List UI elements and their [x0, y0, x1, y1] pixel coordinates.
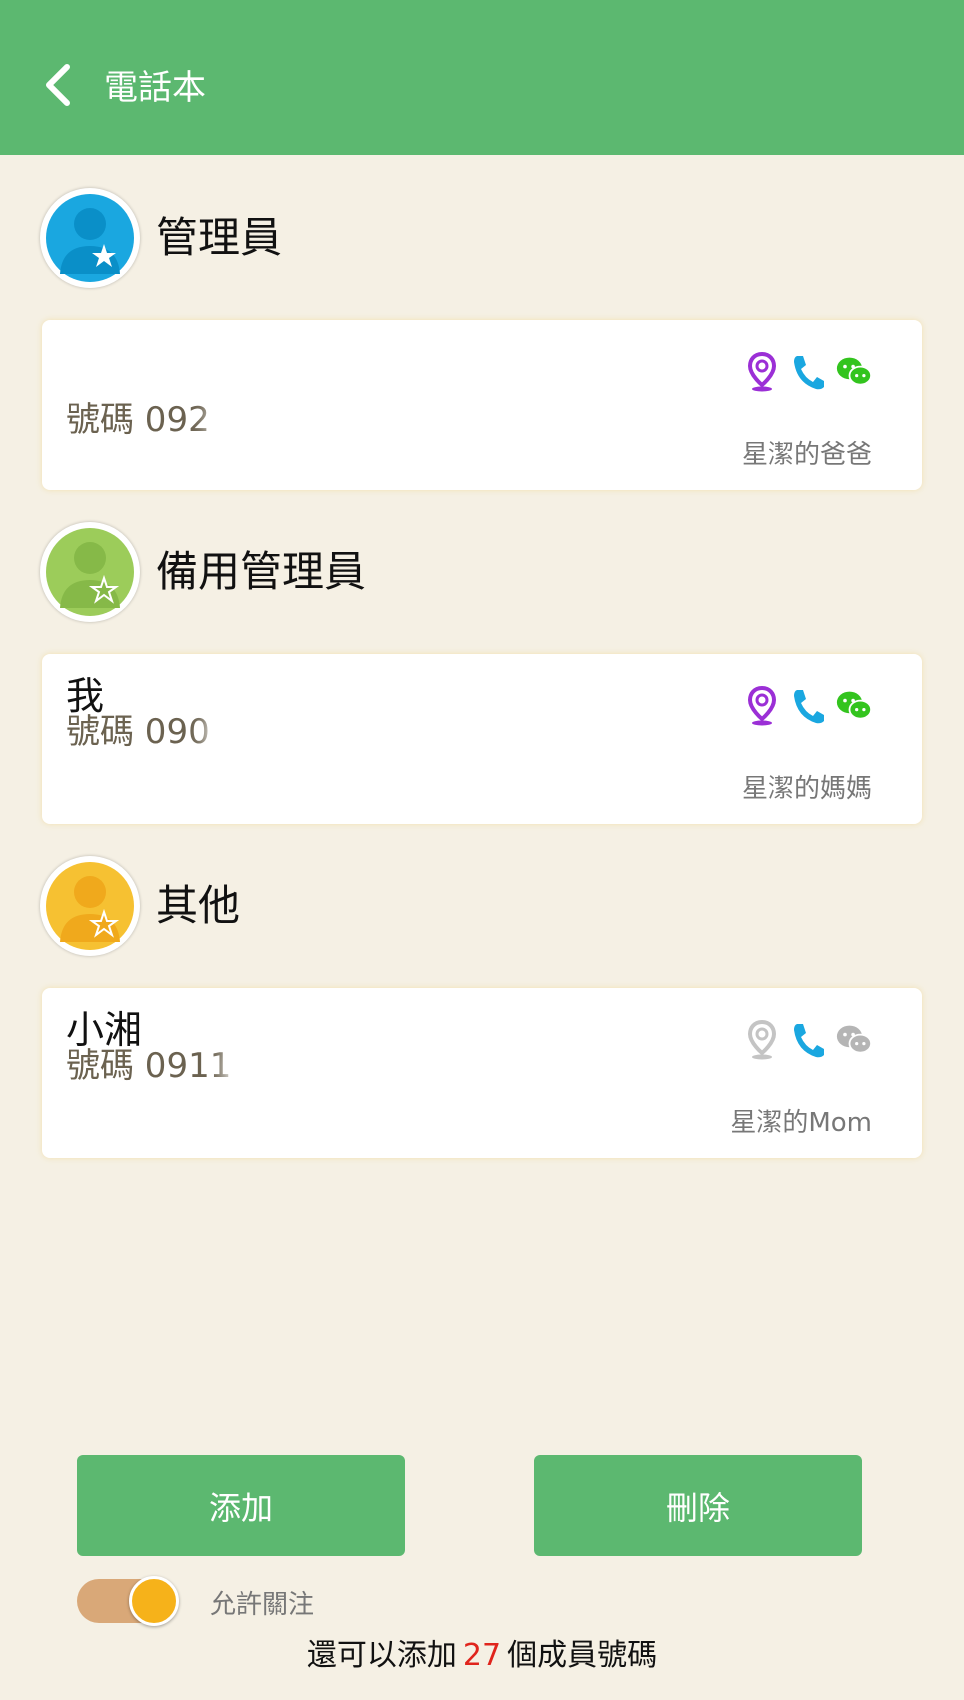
app-header: 電話本 [0, 0, 964, 155]
redacted-region [222, 396, 422, 448]
admin-avatar-icon [46, 194, 134, 282]
phone-icon[interactable] [790, 1018, 826, 1062]
contact-phone: 號碼 0911 [66, 1046, 232, 1086]
contact-relation: 星潔的媽媽 [741, 774, 872, 804]
remaining-members-text: 還可以添加 27 個成員號碼 [0, 1636, 964, 1676]
group-title: 管理員 [156, 213, 283, 262]
toggle-knob [129, 1576, 179, 1626]
delete-button[interactable]: 刪除 [534, 1455, 862, 1556]
group-header-admin: 管理員 [40, 188, 920, 288]
wechat-icon[interactable] [836, 1018, 872, 1062]
remaining-suffix: 個成員號碼 [507, 1638, 658, 1673]
others-avatar-icon [46, 862, 134, 950]
group-header-others: 其他 [40, 856, 920, 956]
remaining-prefix: 還可以添加 [306, 1638, 457, 1673]
chevron-left-icon [46, 64, 70, 106]
avatar [40, 856, 140, 956]
location-icon[interactable] [744, 684, 780, 728]
allow-follow-toggle[interactable] [77, 1576, 181, 1626]
phone-icon[interactable] [790, 684, 826, 728]
wechat-icon[interactable] [836, 684, 872, 728]
location-icon[interactable] [744, 350, 780, 394]
avatar [40, 522, 140, 622]
contact-actions [744, 350, 872, 394]
toggle-label: 允許關注 [210, 1590, 315, 1620]
contact-phone: 號碼 092 [66, 400, 210, 440]
add-button[interactable]: 添加 [77, 1455, 405, 1556]
contact-actions [744, 684, 872, 728]
contact-phone: 號碼 090 [66, 712, 210, 752]
contact-card-backup-admin[interactable]: 我 號碼 090 星潔的媽媽 [42, 654, 922, 824]
redacted-region [220, 708, 420, 760]
group-header-backup-admin: 備用管理員 [40, 522, 920, 622]
back-button[interactable] [38, 60, 78, 110]
group-title: 備用管理員 [156, 547, 367, 596]
phone-icon[interactable] [790, 350, 826, 394]
contact-relation: 星潔的爸爸 [741, 440, 872, 470]
location-icon[interactable] [744, 1018, 780, 1062]
remaining-count: 27 [462, 1638, 502, 1673]
avatar [40, 188, 140, 288]
group-title: 其他 [156, 881, 241, 930]
contact-actions [744, 1018, 872, 1062]
wechat-icon[interactable] [836, 350, 872, 394]
backup-admin-avatar-icon [46, 528, 134, 616]
contact-card-admin[interactable]: 號碼 092 星潔的爸爸 [42, 320, 922, 490]
redacted-region [238, 1042, 418, 1094]
page-title: 電話本 [104, 68, 206, 108]
contact-relation: 星潔的Mom [730, 1108, 872, 1138]
contact-card-other[interactable]: 小湘 號碼 0911 星潔的Mom [42, 988, 922, 1158]
